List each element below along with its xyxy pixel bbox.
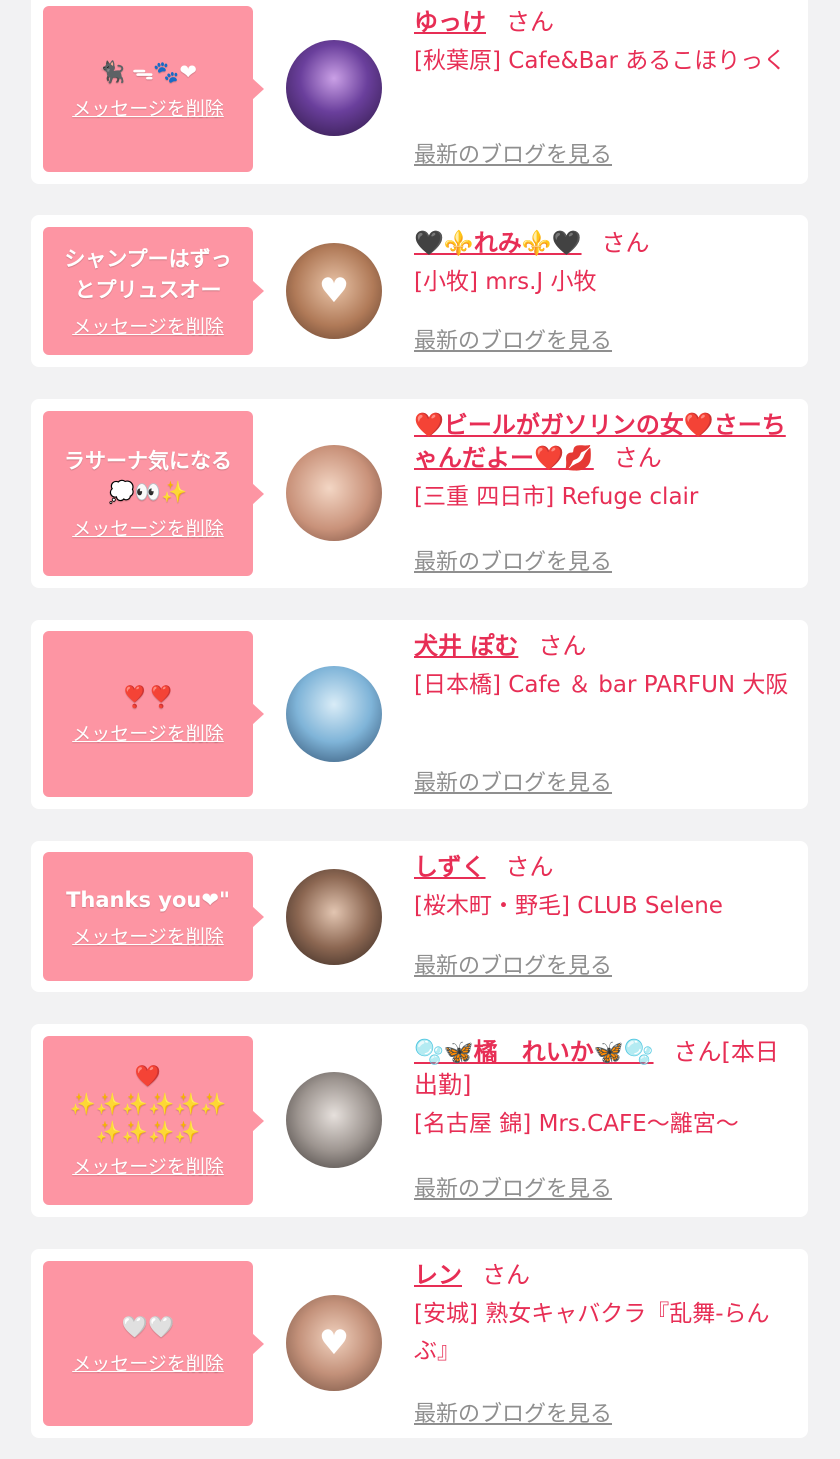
- message-bubble: 🤍🤍 メッセージを削除: [43, 1261, 264, 1426]
- shop-info: [名古屋 錦] Mrs.CAFE～離宮～: [414, 1111, 739, 1137]
- cast-name-link[interactable]: レン: [414, 1261, 462, 1289]
- shop-info: [日本橋] Cafe ＆ bar PARFUN 大阪: [414, 672, 789, 698]
- message-bubble: ラサーナ気になる 💭👀✨ メッセージを削除: [43, 411, 264, 576]
- latest-blog-link[interactable]: 最新のブログを見る: [414, 544, 612, 576]
- message-card: Thanks you❤︎" メッセージを削除 しずく さん [桜木町・野毛] CL…: [31, 841, 808, 992]
- honorific: さん: [673, 1038, 722, 1066]
- message-card: シャンプーはずっ とプリュスオー メッセージを削除 ♥ 🖤⚜️れみ⚜️🖤 さん […: [31, 215, 808, 367]
- message-card: ❤️ ✨✨✨✨✨✨ ✨✨✨✨ メッセージを削除 🫧🦋橘 れいか🦋🫧 さん[本日出勤…: [31, 1024, 808, 1217]
- message-card: ラサーナ気になる 💭👀✨ メッセージを削除 ❤️ビールがガソリンの女❤️さーちゃ…: [31, 399, 808, 588]
- cast-name-link[interactable]: ❤️ビールがガソリンの女❤️さーちゃんだよー❤️💋: [414, 411, 786, 472]
- message-bubble: 🐈‍⬛︎ ᯓ🐾❤ メッセージを削除: [43, 6, 264, 172]
- shop-info: [三重 四日市] Refuge clair: [414, 484, 699, 510]
- avatar[interactable]: [286, 445, 382, 541]
- honorific: さん: [613, 444, 662, 472]
- honorific: さん: [538, 632, 587, 660]
- latest-blog-link[interactable]: 最新のブログを見る: [414, 1396, 612, 1428]
- cast-name-link[interactable]: しずく: [414, 853, 486, 881]
- latest-blog-link[interactable]: 最新のブログを見る: [414, 323, 612, 355]
- message-text: ラサーナ気になる 💭👀✨: [64, 449, 232, 504]
- message-text: ❤️ ✨✨✨✨✨✨ ✨✨✨✨: [69, 1064, 227, 1144]
- message-bubble: ❣️❣️ メッセージを削除: [43, 631, 264, 797]
- avatar[interactable]: [286, 666, 382, 762]
- latest-blog-link[interactable]: 最新のブログを見る: [414, 765, 612, 797]
- message-card: ❣️❣️ メッセージを削除 犬井 ぽむ さん [日本橋] Cafe ＆ bar P…: [31, 620, 808, 809]
- message-card: 🐈‍⬛︎ ᯓ🐾❤ メッセージを削除 ゆっけ さん [秋葉原] Cafe&Bar あ…: [31, 0, 808, 184]
- delete-message-link[interactable]: メッセージを削除: [72, 1152, 224, 1179]
- delete-message-link[interactable]: メッセージを削除: [72, 719, 224, 746]
- honorific: さん: [506, 8, 554, 36]
- honorific: さん: [505, 853, 554, 881]
- cast-name-link[interactable]: 🖤⚜️れみ⚜️🖤: [414, 229, 582, 257]
- message-bubble: シャンプーはずっ とプリュスオー メッセージを削除: [43, 227, 264, 355]
- shop-info: [安城] 熟女キャバクラ『乱舞-らんぶ』: [414, 1301, 770, 1364]
- delete-message-link[interactable]: メッセージを削除: [72, 922, 224, 949]
- heart-sticker-icon: ♥: [318, 1323, 350, 1363]
- latest-blog-link[interactable]: 最新のブログを見る: [414, 1171, 612, 1203]
- latest-blog-link[interactable]: 最新のブログを見る: [414, 948, 612, 980]
- delete-message-link[interactable]: メッセージを削除: [72, 514, 224, 541]
- message-text: ❣️❣️: [121, 685, 175, 709]
- latest-blog-link[interactable]: 最新のブログを見る: [414, 137, 612, 169]
- avatar[interactable]: [286, 1072, 382, 1168]
- delete-message-link[interactable]: メッセージを削除: [72, 1349, 224, 1376]
- cast-name-link[interactable]: 犬井 ぽむ: [414, 632, 518, 660]
- message-bubble: Thanks you❤︎" メッセージを削除: [43, 852, 264, 981]
- cast-name-link[interactable]: 🫧🦋橘 れいか🦋🫧: [414, 1038, 654, 1066]
- avatar[interactable]: [286, 40, 382, 136]
- delete-message-link[interactable]: メッセージを削除: [72, 312, 224, 339]
- avatar[interactable]: ♥: [286, 1295, 382, 1391]
- message-card: 🤍🤍 メッセージを削除 ♥ レン さん [安城] 熟女キャバクラ『乱舞-らんぶ』 …: [31, 1249, 808, 1438]
- cast-name-link[interactable]: ゆっけ: [414, 8, 486, 36]
- message-text: Thanks you❤︎": [66, 887, 230, 912]
- shop-info: [秋葉原] Cafe&Bar あるこほりっく: [414, 48, 787, 74]
- avatar[interactable]: [286, 869, 382, 965]
- avatar[interactable]: ♥: [286, 243, 382, 339]
- shop-info: [桜木町・野毛] CLUB Selene: [414, 893, 723, 919]
- shop-info: [小牧] mrs.J 小牧: [414, 269, 597, 295]
- message-text: シャンプーはずっ とプリュスオー: [64, 246, 232, 302]
- message-bubble: ❤️ ✨✨✨✨✨✨ ✨✨✨✨ メッセージを削除: [43, 1036, 264, 1205]
- message-text: 🐈‍⬛︎ ᯓ🐾❤: [99, 60, 197, 84]
- heart-sticker-icon: ♥: [318, 271, 350, 311]
- message-text: 🤍🤍: [121, 1314, 175, 1339]
- delete-message-link[interactable]: メッセージを削除: [72, 94, 224, 121]
- honorific: さん: [601, 229, 650, 257]
- honorific: さん: [482, 1261, 530, 1289]
